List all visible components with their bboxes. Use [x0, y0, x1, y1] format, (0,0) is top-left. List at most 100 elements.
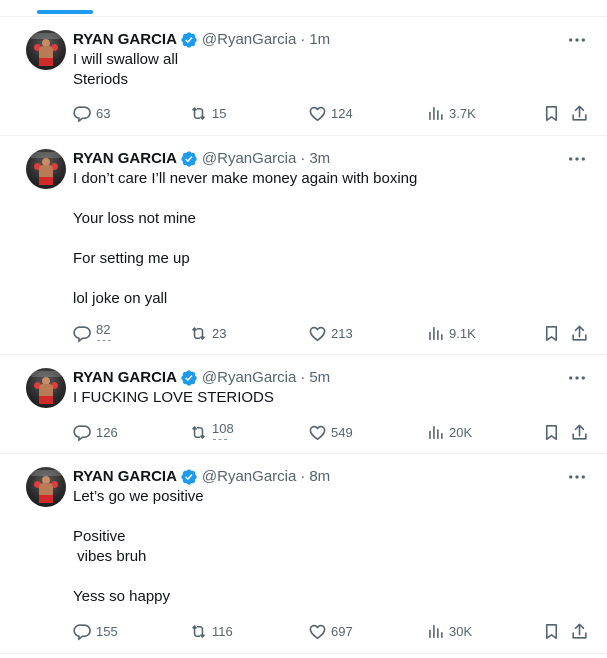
views-button[interactable]: 3.7K	[426, 103, 476, 123]
views-icon	[429, 326, 443, 340]
reply-button[interactable]: 155	[73, 621, 118, 641]
retweet-icon	[191, 326, 206, 340]
bookmark-icon[interactable]	[542, 422, 561, 442]
more-icon[interactable]	[567, 369, 587, 387]
verified-badge-icon	[180, 150, 198, 168]
share-icon[interactable]	[570, 621, 589, 641]
bookmark-icon[interactable]	[542, 323, 561, 343]
active-tab-indicator	[37, 10, 93, 14]
author-name[interactable]: RYAN GARCIA	[73, 368, 177, 388]
tweet-text-line: Steriods	[73, 71, 129, 88]
reply-count: 82	[96, 321, 112, 341]
retweet-button[interactable]: 23	[189, 323, 226, 343]
views-button[interactable]: 9.1K	[426, 323, 476, 343]
tweet-text: I don’t care I’ll never make money again…	[73, 169, 573, 309]
tweet-feed: RYAN GARCIA @RyanGarcia · 1m I will swal…	[0, 17, 607, 654]
reply-count: 63	[96, 105, 111, 121]
author-name[interactable]: RYAN GARCIA	[73, 467, 177, 487]
author-handle[interactable]: @RyanGarcia	[202, 467, 296, 487]
views-count: 20K	[449, 424, 473, 440]
like-icon	[309, 624, 326, 639]
like-count: 124	[331, 105, 353, 121]
author-handle[interactable]: @RyanGarcia	[202, 368, 296, 388]
like-button[interactable]: 213	[308, 323, 353, 343]
reply-button[interactable]: 63	[73, 103, 110, 123]
tweet-text-line	[73, 269, 573, 289]
tweet-text-line	[73, 507, 573, 527]
bookmark-icon[interactable]	[542, 621, 561, 641]
avatar[interactable]	[26, 30, 66, 70]
tweet[interactable]: RYAN GARCIA @RyanGarcia · 3m I don’t car…	[0, 136, 607, 355]
tweet-text-line: vibes bruh	[73, 548, 147, 565]
views-button[interactable]: 20K	[426, 422, 472, 442]
tweet-text: Let’s go we positive Positive vibes bruh…	[73, 487, 573, 607]
tweet-text-line: Your loss not mine	[73, 210, 196, 227]
retweet-count: 108	[212, 420, 234, 440]
like-button[interactable]: 697	[308, 621, 353, 641]
reply-button[interactable]: 82	[73, 321, 112, 343]
verified-badge-icon	[180, 31, 198, 49]
reply-count: 126	[96, 424, 118, 440]
avatar[interactable]	[26, 149, 66, 189]
more-icon[interactable]	[567, 468, 587, 486]
retweet-count: 23	[212, 325, 227, 341]
like-count: 549	[331, 424, 353, 440]
tweet-text: I FUCKING LOVE STERIODS	[73, 388, 573, 408]
like-icon	[309, 425, 326, 440]
verified-badge-icon	[180, 369, 198, 387]
tweet-text-line: Positive	[73, 528, 126, 545]
tweet[interactable]: RYAN GARCIA @RyanGarcia · 8m Let’s go we…	[0, 454, 607, 654]
like-icon	[309, 106, 326, 121]
tweet-text-line: Let’s go we positive	[73, 488, 204, 505]
tweet[interactable]: RYAN GARCIA @RyanGarcia · 5m I FUCKING L…	[0, 355, 607, 454]
avatar[interactable]	[26, 467, 66, 507]
retweet-icon	[191, 425, 206, 439]
tweet-actions: 155 116 697 30K	[73, 621, 593, 641]
tweet-timestamp[interactable]: 8m	[309, 467, 330, 487]
separator-dot: ·	[300, 468, 306, 485]
tweet-timestamp[interactable]: 1m	[309, 30, 330, 50]
tweet-timestamp[interactable]: 5m	[309, 368, 330, 388]
tweet-header: RYAN GARCIA @RyanGarcia · 5m	[73, 368, 330, 388]
more-icon[interactable]	[567, 150, 587, 168]
retweet-icon	[191, 106, 206, 120]
tweet-timestamp[interactable]: 3m	[309, 149, 330, 169]
tweet-text-line	[73, 189, 573, 209]
tweet-actions: 126 108 549 20K	[73, 422, 593, 442]
retweet-button[interactable]: 108	[189, 422, 234, 442]
share-icon[interactable]	[570, 103, 589, 123]
like-button[interactable]: 124	[308, 103, 353, 123]
reply-icon	[73, 105, 91, 123]
avatar[interactable]	[26, 368, 66, 408]
author-handle[interactable]: @RyanGarcia	[202, 149, 296, 169]
share-icon[interactable]	[570, 422, 589, 442]
views-count: 3.7K	[449, 105, 476, 121]
like-button[interactable]: 549	[308, 422, 353, 442]
like-count: 697	[331, 623, 353, 639]
more-icon[interactable]	[567, 31, 587, 49]
tweet-actions: 82 23 213 9.1K	[73, 323, 593, 343]
views-count: 9.1K	[449, 325, 476, 341]
views-icon	[429, 425, 443, 439]
separator-dot: ·	[300, 369, 306, 386]
author-name[interactable]: RYAN GARCIA	[73, 149, 177, 169]
bookmark-icon[interactable]	[542, 103, 561, 123]
share-icon[interactable]	[570, 323, 589, 343]
reply-icon	[73, 623, 91, 641]
reply-button[interactable]: 126	[73, 422, 118, 442]
like-icon	[309, 326, 326, 341]
tweet-text-line	[73, 567, 573, 587]
verified-badge-icon	[180, 468, 198, 486]
tweet-actions: 63 15 124 3.7K	[73, 103, 593, 123]
author-handle[interactable]: @RyanGarcia	[202, 30, 296, 50]
views-button[interactable]: 30K	[426, 621, 472, 641]
views-count: 30K	[449, 623, 473, 639]
tweet-text-line: I don’t care I’ll never make money again…	[73, 170, 418, 187]
feed-top-strip	[0, 0, 607, 17]
author-name[interactable]: RYAN GARCIA	[73, 30, 177, 50]
views-icon	[429, 624, 443, 638]
retweet-button[interactable]: 15	[189, 103, 226, 123]
tweet[interactable]: RYAN GARCIA @RyanGarcia · 1m I will swal…	[0, 17, 607, 136]
retweet-button[interactable]: 116	[189, 621, 233, 641]
separator-dot: ·	[300, 150, 306, 167]
